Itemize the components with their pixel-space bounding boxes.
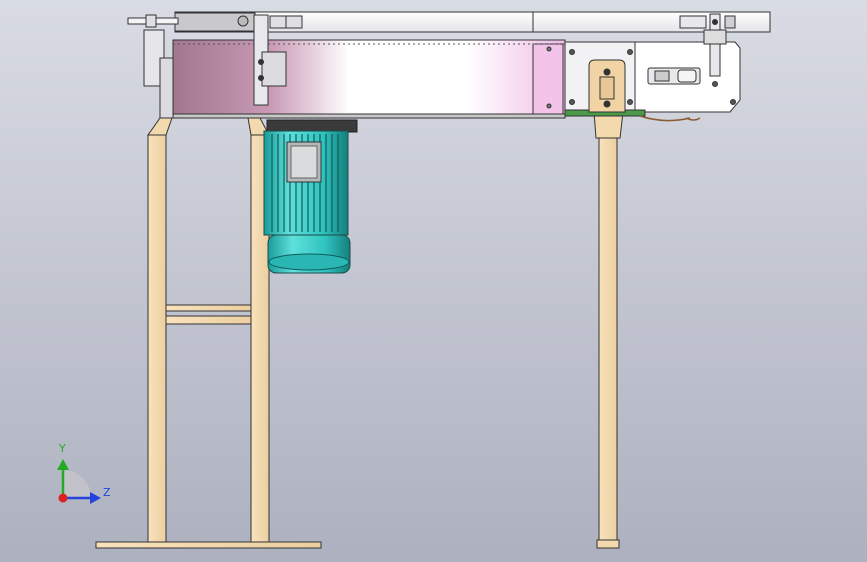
- y-axis-label: Y: [59, 442, 66, 455]
- z-axis-label: Z: [103, 486, 111, 499]
- left-leg-brace: [147, 117, 173, 136]
- cross-member-lower: [165, 315, 252, 325]
- right-leg: [598, 134, 618, 543]
- left-end-bracket[interactable]: [143, 29, 177, 119]
- cross-member-upper: [165, 304, 252, 312]
- conveyor-assembly-model[interactable]: [0, 0, 867, 562]
- belt-cover[interactable]: [172, 39, 566, 119]
- coordinate-triad: [57, 459, 101, 504]
- top-guide-rail[interactable]: [127, 11, 771, 33]
- cad-graphics-viewport[interactable]: Y Z: [0, 0, 867, 562]
- base-plate: [95, 541, 322, 549]
- support-frame[interactable]: [95, 111, 624, 549]
- drive-motor[interactable]: [263, 119, 358, 274]
- left-leg-outer: [147, 134, 167, 543]
- chain-detail: [639, 115, 701, 122]
